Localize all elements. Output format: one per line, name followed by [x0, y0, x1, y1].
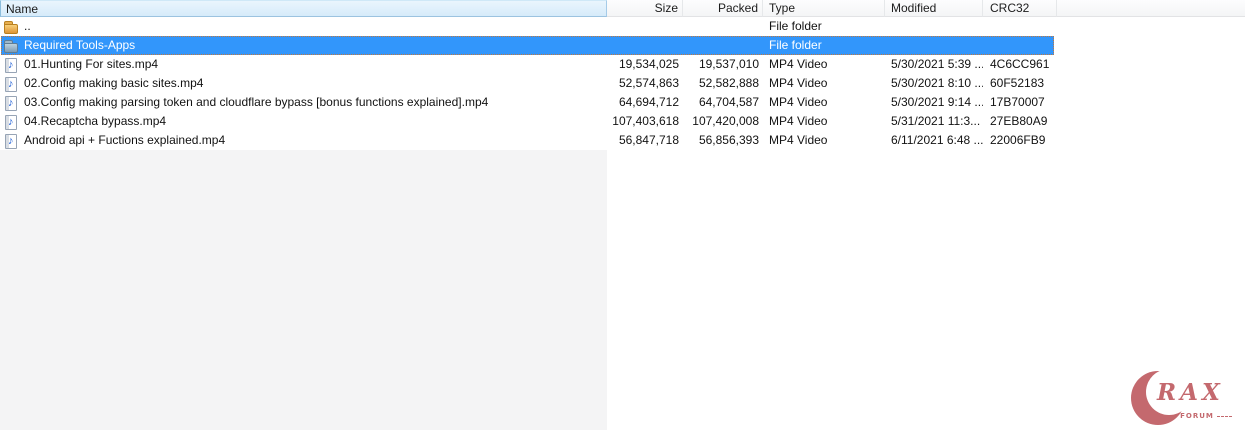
packed-cell: 52,582,888: [698, 76, 759, 90]
column-header-packed[interactable]: Packed: [683, 0, 763, 17]
file-name: Required Tools-Apps: [24, 38, 136, 52]
table-row[interactable]: Required Tools-Apps File folder: [0, 36, 1245, 55]
table-row[interactable]: 04.Recaptcha bypass.mp4 107,403,618 107,…: [0, 112, 1245, 131]
crax-forum-watermark: RAX FORUM: [1131, 365, 1235, 427]
crax-logo-text: RAX: [1157, 379, 1224, 406]
modified-cell: 5/30/2021 5:39 ...: [891, 57, 983, 71]
table-row[interactable]: .. File folder: [0, 17, 1245, 36]
size-cell: [607, 17, 683, 36]
file-name: Android api + Fuctions explained.mp4: [24, 133, 226, 147]
type-cell: MP4 Video: [769, 114, 828, 128]
crc32-cell: 17B70007: [990, 95, 1045, 109]
type-cell: MP4 Video: [769, 133, 828, 147]
name-cell: Android api + Fuctions explained.mp4: [0, 131, 607, 150]
modified-cell: 5/31/2021 11:3...: [891, 114, 981, 128]
file-name: 02.Config making basic sites.mp4: [24, 76, 204, 90]
column-header-size[interactable]: Size: [607, 0, 683, 17]
media-file-icon: [3, 95, 19, 111]
size-cell: [607, 36, 683, 55]
type-cell: MP4 Video: [769, 76, 828, 90]
name-cell: 03.Config making parsing token and cloud…: [0, 93, 607, 112]
crc32-cell: 27EB80A9: [990, 114, 1048, 128]
file-rows: .. File folder Required Tools-Apps File …: [0, 17, 1245, 150]
file-name: 04.Recaptcha bypass.mp4: [24, 114, 167, 128]
packed-cell: [683, 36, 763, 55]
crc32-cell: 60F52183: [990, 76, 1045, 90]
name-column-shade: [0, 150, 607, 430]
size-cell: 64,694,712: [618, 95, 679, 109]
column-header-name[interactable]: Name: [0, 0, 607, 17]
column-header-filler: [1057, 0, 1245, 17]
packed-cell: 19,537,010: [698, 57, 759, 71]
type-cell: MP4 Video: [769, 95, 828, 109]
media-file-icon: [3, 133, 19, 149]
file-list-body: .. File folder Required Tools-Apps File …: [0, 17, 1245, 430]
modified-cell: [885, 36, 983, 55]
name-cell: ..: [0, 17, 607, 36]
name-cell: 02.Config making basic sites.mp4: [0, 74, 607, 93]
packed-cell: 56,856,393: [698, 133, 759, 147]
crc32-cell: 22006FB9: [990, 133, 1046, 147]
file-name: 01.Hunting For sites.mp4: [24, 57, 159, 71]
size-cell: 19,534,025: [618, 57, 679, 71]
crax-forum-text: FORUM: [1159, 412, 1235, 420]
modified-cell: [885, 17, 983, 36]
size-cell: 107,403,618: [612, 114, 679, 128]
type-cell: MP4 Video: [769, 57, 828, 71]
packed-cell: 64,704,587: [698, 95, 759, 109]
name-cell: Required Tools-Apps: [0, 36, 607, 55]
table-row[interactable]: 02.Config making basic sites.mp4 52,574,…: [0, 74, 1245, 93]
media-file-icon: [3, 76, 19, 92]
table-row[interactable]: 01.Hunting For sites.mp4 19,534,025 19,5…: [0, 55, 1245, 74]
column-header-crc32[interactable]: CRC32: [983, 0, 1057, 17]
file-name: 03.Config making parsing token and cloud…: [24, 95, 489, 109]
logo-dash-left: [1162, 415, 1178, 417]
name-cell: 04.Recaptcha bypass.mp4: [0, 112, 607, 131]
file-name: ..: [24, 19, 31, 33]
table-row[interactable]: 03.Config making parsing token and cloud…: [0, 93, 1245, 112]
folder-up-icon: [3, 19, 19, 35]
logo-forum-label: FORUM: [1180, 412, 1214, 420]
logo-dash-right: [1216, 415, 1232, 417]
modified-cell: 5/30/2021 9:14 ...: [891, 95, 983, 109]
table-row[interactable]: Android api + Fuctions explained.mp4 56,…: [0, 131, 1245, 150]
media-file-icon: [3, 57, 19, 73]
modified-cell: 5/30/2021 8:10 ...: [891, 76, 983, 90]
modified-cell: 6/11/2021 6:48 ...: [891, 133, 983, 147]
column-header-type[interactable]: Type: [763, 0, 885, 17]
size-cell: 56,847,718: [618, 133, 679, 147]
folder-icon: [3, 38, 19, 54]
archive-file-list-window: Name Size Packed Type Modified CRC32 .. …: [0, 0, 1245, 430]
media-file-icon: [3, 114, 19, 130]
packed-cell: 107,420,008: [692, 114, 759, 128]
type-cell: File folder: [769, 38, 822, 52]
column-header-bar: Name Size Packed Type Modified CRC32: [0, 0, 1245, 17]
crc32-cell: 4C6CC961: [990, 57, 1050, 71]
crc32-cell: [983, 17, 1057, 36]
type-cell: File folder: [769, 19, 822, 33]
name-cell: 01.Hunting For sites.mp4: [0, 55, 607, 74]
column-header-modified[interactable]: Modified: [885, 0, 983, 17]
size-cell: 52,574,863: [618, 76, 679, 90]
crc32-cell: [983, 36, 1057, 55]
packed-cell: [683, 17, 763, 36]
